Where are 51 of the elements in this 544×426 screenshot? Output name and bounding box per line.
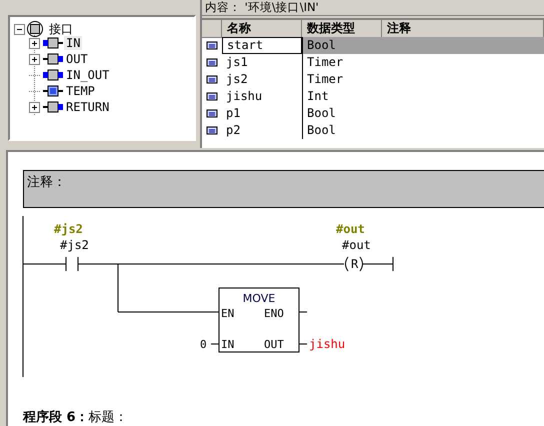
table-cell[interactable]: start — [222, 37, 302, 54]
pin-label: ENO — [264, 307, 284, 320]
table-cell[interactable]: Bool — [302, 105, 382, 122]
variable-icon — [206, 92, 218, 101]
comment-field[interactable]: 注释： — [23, 170, 544, 208]
expand-icon[interactable] — [29, 102, 40, 112]
interface-icon — [42, 37, 64, 49]
column-header: 注释 — [382, 20, 544, 38]
table-cell[interactable]: Timer — [302, 71, 382, 88]
operand-label: #js2 — [60, 238, 89, 252]
interface-icon — [42, 53, 64, 65]
column-header: 数据类型 — [302, 20, 382, 38]
interface-icon — [42, 85, 64, 97]
network-title: 程序段 6：标题： — [23, 408, 128, 426]
table-cell[interactable]: p2 — [222, 122, 302, 139]
table-cell[interactable]: js2 — [222, 71, 302, 88]
pin-label: EN — [221, 307, 234, 320]
variable-icon — [206, 126, 218, 135]
tree-item[interactable]: OUT — [64, 52, 90, 66]
tree-item[interactable]: IN_OUT — [64, 68, 112, 82]
tree-item[interactable]: TEMP — [64, 84, 97, 98]
pin-label: IN — [221, 338, 234, 351]
interface-icon — [42, 69, 64, 81]
tree-item[interactable]: 接口 — [47, 20, 75, 38]
input-value: 0 — [200, 338, 207, 351]
symbol-label: #js2 — [54, 222, 83, 236]
interface-icon — [42, 101, 64, 113]
operand-label: #out — [342, 238, 371, 252]
table-cell[interactable]: Timer — [302, 54, 382, 71]
expand-icon[interactable] — [29, 38, 40, 48]
table-cell[interactable]: Int — [302, 88, 382, 105]
variable-icon — [206, 58, 218, 67]
table-cell[interactable]: Bool — [302, 122, 382, 139]
column-header: 名称 — [222, 20, 302, 38]
block-title: MOVE — [242, 292, 276, 305]
expand-icon[interactable] — [29, 54, 40, 64]
collapse-icon[interactable] — [14, 24, 25, 34]
symbol-label: #out — [336, 222, 365, 236]
tree-item[interactable]: IN — [64, 36, 82, 50]
table-cell[interactable]: js1 — [222, 54, 302, 71]
table-cell[interactable]: p1 — [222, 105, 302, 122]
output-value: jishu — [309, 337, 346, 351]
pin-label: OUT — [264, 338, 284, 351]
tree-item[interactable]: RETURN — [64, 100, 112, 114]
variable-icon — [206, 109, 218, 118]
interface-root-icon — [27, 21, 43, 37]
variable-icon — [206, 41, 218, 50]
variable-icon — [206, 75, 218, 84]
table-cell[interactable]: jishu — [222, 88, 302, 105]
table-cell[interactable]: Bool — [302, 37, 382, 54]
content-path: 内容： '环境\接口\IN' — [202, 0, 544, 16]
